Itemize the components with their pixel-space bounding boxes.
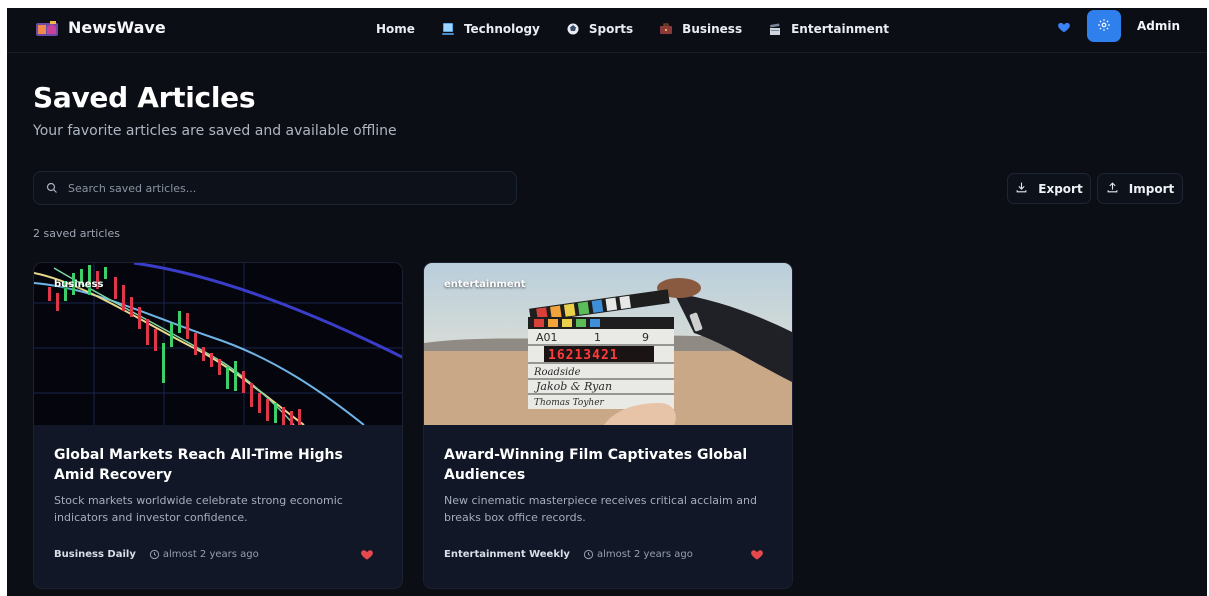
- user-menu[interactable]: Admin: [1137, 19, 1180, 33]
- page-title: Saved Articles: [33, 81, 256, 114]
- briefcase-icon: [659, 22, 673, 36]
- article-description: Stock markets worldwide celebrate strong…: [54, 494, 343, 524]
- article-meta: Entertainment Weekly almost 2 years ago: [444, 549, 776, 560]
- article-card[interactable]: business Global Markets Reach All-Time H…: [33, 262, 403, 589]
- upload-icon: [1106, 181, 1119, 197]
- export-button[interactable]: Export: [1007, 173, 1091, 204]
- article-image-clapperboard: A01 1 9 16213421 Roadside Jakob & Ryan T…: [424, 263, 792, 425]
- nav-technology[interactable]: Technology: [441, 19, 540, 39]
- article-card[interactable]: A01 1 9 16213421 Roadside Jakob & Ryan T…: [423, 262, 793, 589]
- header-tools: Admin: [1057, 10, 1180, 42]
- clock-icon: [149, 549, 160, 560]
- article-time: almost 2 years ago: [162, 549, 259, 560]
- nav-entertainment-label: Entertainment: [791, 22, 890, 36]
- nav-home-label: Home: [376, 22, 415, 36]
- nav-business[interactable]: Business: [659, 19, 742, 39]
- clapper-names: Jakob & Ryan: [534, 380, 612, 393]
- article-title[interactable]: Global Markets Reach All-Time Highs Amid…: [54, 445, 386, 485]
- unsave-heart-icon[interactable]: [750, 549, 764, 562]
- clapper-row3: 9: [642, 331, 649, 344]
- category-tag: entertainment: [444, 279, 526, 290]
- nav-sports-label: Sports: [588, 22, 634, 36]
- page-subtitle: Your favorite articles are saved and ava…: [33, 123, 397, 139]
- gear-icon: [1097, 17, 1111, 36]
- settings-button[interactable]: [1086, 10, 1121, 42]
- main-nav: Home Technology Sports Business Entertai…: [376, 19, 915, 39]
- app-window: NewsWave Home Technology Sports Business…: [7, 8, 1207, 596]
- article-title[interactable]: Award-Winning Film Captivates Global Aud…: [444, 445, 776, 485]
- laptop-icon: [441, 22, 455, 36]
- nav-sports[interactable]: Sports: [566, 19, 633, 39]
- nav-technology-label: Technology: [463, 22, 540, 36]
- article-meta: Business Daily almost 2 years ago: [54, 549, 386, 560]
- article-description: New cinematic masterpiece receives criti…: [444, 494, 757, 524]
- article-body: Award-Winning Film Captivates Global Aud…: [444, 445, 776, 526]
- article-source: Business Daily: [54, 549, 136, 560]
- search-input[interactable]: [68, 181, 508, 195]
- search-icon: [46, 179, 58, 198]
- article-body: Global Markets Reach All-Time Highs Amid…: [54, 445, 386, 526]
- article-time: almost 2 years ago: [596, 549, 693, 560]
- nav-home[interactable]: Home: [376, 19, 415, 39]
- clapper-roll: Roadside: [533, 367, 581, 378]
- nav-entertainment[interactable]: Entertainment: [768, 19, 889, 39]
- clapper-camera: Thomas Toyher: [534, 398, 605, 408]
- saved-count: 2 saved articles: [33, 227, 120, 240]
- import-button[interactable]: Import: [1097, 173, 1183, 204]
- saved-heart-icon[interactable]: [1057, 19, 1071, 33]
- clapper-digits: 16213421: [548, 348, 619, 363]
- top-navbar: NewsWave Home Technology Sports Business…: [7, 8, 1207, 53]
- newspaper-logo-icon: [36, 20, 58, 36]
- download-icon: [1015, 181, 1028, 197]
- brand-name: NewsWave: [68, 18, 166, 37]
- search-box: [33, 171, 517, 205]
- category-tag: business: [54, 279, 104, 290]
- brand[interactable]: NewsWave: [36, 18, 166, 37]
- clock-icon: [583, 549, 594, 560]
- article-image-stock-chart: business: [34, 263, 402, 425]
- nav-business-label: Business: [682, 22, 743, 36]
- import-label: Import: [1128, 181, 1175, 196]
- article-source: Entertainment Weekly: [444, 549, 570, 560]
- ball-icon: [566, 22, 580, 36]
- unsave-heart-icon[interactable]: [360, 549, 374, 562]
- clapper-icon: [768, 22, 782, 36]
- clapper-row2: 1: [594, 331, 601, 344]
- export-label: Export: [1038, 181, 1083, 196]
- clapper-row1: A01: [536, 331, 558, 344]
